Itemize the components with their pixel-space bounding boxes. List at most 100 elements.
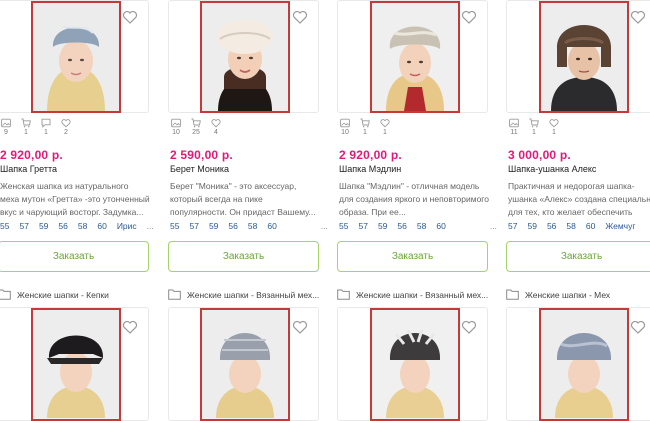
size-option[interactable]: 60 [586, 221, 595, 231]
product-image-box[interactable] [168, 0, 319, 113]
product-name[interactable]: Шапка Гретта [0, 164, 57, 174]
photos-stat[interactable]: 10 [170, 118, 182, 137]
favorite-heart-icon[interactable] [122, 319, 138, 335]
photos-count: 9 [4, 129, 8, 136]
product-image-box[interactable] [337, 307, 488, 421]
size-option[interactable]: 60 [267, 221, 276, 231]
category-link[interactable]: Женские шапки - Кепки [0, 289, 109, 300]
size-list: 57 59 56 58 60 Жемчуг [508, 221, 645, 231]
sizes-more[interactable]: ... [321, 221, 328, 231]
cart-stat[interactable]: 25 [190, 118, 202, 137]
likes-count: 1 [383, 129, 387, 136]
product-image-box[interactable] [0, 0, 149, 113]
photos-icon [1, 118, 11, 128]
size-option[interactable]: 55 [339, 221, 348, 231]
size-option[interactable]: 58 [566, 221, 575, 231]
category-label: Женские шапки - Кепки [17, 289, 109, 300]
size-option[interactable]: 58 [248, 221, 257, 231]
product-photo[interactable] [370, 308, 460, 421]
size-list: 55 57 59 56 58 60 ... [170, 221, 328, 231]
favorite-heart-icon[interactable] [292, 9, 308, 25]
cart-stat[interactable]: 1 [528, 118, 540, 137]
size-option[interactable]: 58 [417, 221, 426, 231]
size-option[interactable]: 57 [189, 221, 198, 231]
product-image-box[interactable] [337, 0, 488, 113]
size-option[interactable]: 59 [209, 221, 218, 231]
likes-stat[interactable]: 1 [379, 118, 391, 137]
product-price: 3 000,00 р. [508, 148, 571, 162]
size-option[interactable]: 56 [58, 221, 67, 231]
size-option[interactable]: 60 [436, 221, 445, 231]
size-option[interactable]: 59 [527, 221, 536, 231]
product-image-box[interactable] [506, 307, 650, 421]
product-name[interactable]: Шапка Мэдлин [339, 164, 401, 174]
favorite-heart-icon[interactable] [461, 319, 477, 335]
favorite-heart-icon[interactable] [122, 9, 138, 25]
product-image-box[interactable] [168, 307, 319, 421]
order-button[interactable]: Заказать [506, 241, 650, 272]
photos-icon [171, 118, 181, 128]
category-label: Женские шапки - Вязанный мех... [187, 289, 320, 300]
product-description: Практичная и недорогая шапка-ушанка «Але… [508, 181, 650, 217]
product-image-box[interactable] [0, 307, 149, 421]
category-link[interactable]: Женские шапки - Мех [506, 289, 610, 300]
category-link[interactable]: Женские шапки - Вязанный мех... [168, 289, 319, 300]
product-card: 10 25 4 2 590,00 р. Берет Моника Берет "… [168, 0, 328, 300]
product-photo[interactable] [539, 1, 629, 113]
size-option[interactable]: 59 [39, 221, 48, 231]
favorite-heart-icon[interactable] [630, 319, 646, 335]
photos-stat[interactable]: 10 [339, 118, 351, 137]
product-price: 2 920,00 р. [0, 148, 63, 162]
cart-icon [360, 118, 370, 128]
sizes-more[interactable]: ... [490, 221, 497, 231]
order-button[interactable]: Заказать [337, 241, 488, 272]
folder-icon [168, 289, 181, 300]
size-option[interactable]: 55 [0, 221, 9, 231]
product-photo[interactable] [370, 1, 460, 113]
size-option[interactable]: 57 [508, 221, 517, 231]
heart-icon [211, 119, 221, 128]
product-card: 9 1 1 2 2 920,00 р. Шапка Гретта Женская… [0, 0, 154, 300]
favorite-heart-icon[interactable] [461, 9, 477, 25]
cart-stat[interactable]: 1 [20, 118, 32, 137]
cart-stat[interactable]: 1 [359, 118, 371, 137]
comments-stat[interactable]: 1 [40, 118, 52, 137]
size-option[interactable]: 58 [78, 221, 87, 231]
product-photo[interactable] [539, 308, 629, 421]
size-option[interactable]: 56 [397, 221, 406, 231]
likes-stat[interactable]: 2 [60, 118, 72, 137]
product-photo[interactable] [31, 308, 121, 421]
size-option[interactable]: 57 [358, 221, 367, 231]
product-name[interactable]: Берет Моника [170, 164, 229, 174]
photos-stat[interactable]: 9 [0, 118, 12, 137]
size-option[interactable]: 56 [547, 221, 556, 231]
likes-stat[interactable]: 1 [548, 118, 560, 137]
photos-count: 11 [510, 129, 518, 136]
product-image-box[interactable] [506, 0, 650, 113]
favorite-heart-icon[interactable] [292, 319, 308, 335]
product-photo[interactable] [31, 1, 121, 113]
likes-stat[interactable]: 4 [210, 118, 222, 137]
sizes-more[interactable]: ... [147, 221, 154, 231]
order-button[interactable]: Заказать [168, 241, 319, 272]
color-option[interactable]: Ирис [117, 221, 137, 231]
category-link[interactable]: Женские шапки - Вязанный мех... [337, 289, 488, 300]
likes-count: 1 [552, 129, 556, 136]
size-option[interactable]: 57 [19, 221, 28, 231]
folder-icon [337, 289, 350, 300]
product-description: Шапка "Мэдлин" - отличная модель для соз… [339, 181, 489, 217]
photos-stat[interactable]: 11 [508, 118, 520, 137]
favorite-heart-icon[interactable] [630, 9, 646, 25]
size-option[interactable]: 59 [378, 221, 387, 231]
product-photo[interactable] [200, 1, 290, 113]
size-option[interactable]: 60 [97, 221, 106, 231]
size-option[interactable]: 55 [170, 221, 179, 231]
cart-count: 1 [24, 129, 28, 136]
product-name[interactable]: Шапка-ушанка Алекс [508, 164, 596, 174]
photos-icon [509, 118, 519, 128]
product-stats: 9 1 1 2 [0, 118, 72, 137]
product-photo[interactable] [200, 308, 290, 421]
order-button[interactable]: Заказать [0, 241, 149, 272]
color-option[interactable]: Жемчуг [605, 221, 635, 231]
size-option[interactable]: 56 [228, 221, 237, 231]
